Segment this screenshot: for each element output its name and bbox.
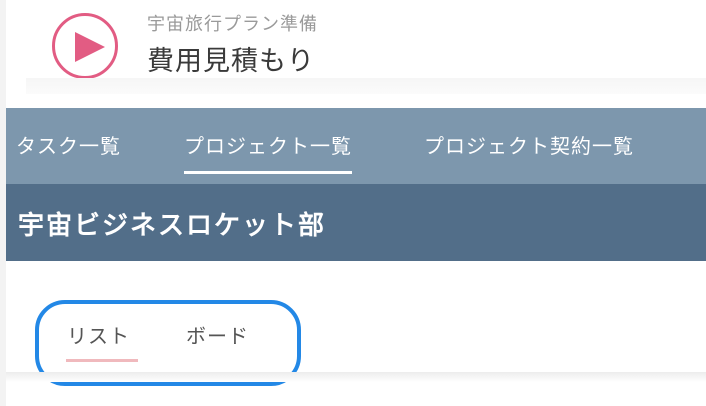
page-title: 費用見積もり bbox=[147, 46, 315, 77]
nav-item-tasks[interactable]: タスク一覧 bbox=[16, 108, 121, 184]
main-nav: タスク一覧 プロジェクト一覧 プロジェクト契約一覧 bbox=[6, 108, 706, 184]
tab-board[interactable]: ボード bbox=[186, 320, 249, 349]
active-tab-underline bbox=[66, 359, 138, 362]
nav-item-project-contracts[interactable]: プロジェクト契約一覧 bbox=[424, 108, 634, 184]
header-divider bbox=[26, 78, 706, 94]
app-frame: 宇宙旅行プラン準備 費用見積もり タスク一覧 プロジェクト一覧 プロジェクト契約… bbox=[0, 0, 706, 406]
page-subtitle: 宇宙旅行プラン準備 bbox=[147, 14, 318, 35]
play-icon bbox=[75, 32, 105, 62]
tab-list[interactable]: リスト bbox=[67, 320, 130, 349]
play-button[interactable] bbox=[52, 13, 118, 79]
department-header: 宇宙ビジネスロケット部 bbox=[6, 184, 706, 261]
nav-item-projects[interactable]: プロジェクト一覧 bbox=[184, 108, 352, 184]
department-title: 宇宙ビジネスロケット部 bbox=[18, 211, 327, 241]
content-divider bbox=[6, 372, 706, 382]
